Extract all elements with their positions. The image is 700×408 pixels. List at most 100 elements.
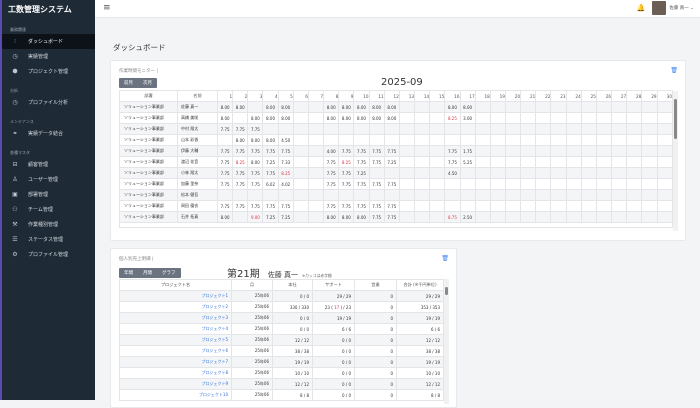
sidebar-item[interactable]: ☰ステータス管理 bbox=[2, 232, 95, 247]
sidebar-item-label: 作業種別管理 bbox=[28, 221, 58, 228]
hours-cell bbox=[642, 157, 657, 168]
hours-cell bbox=[551, 102, 566, 113]
project-link[interactable]: プロジェクト6 bbox=[201, 348, 228, 353]
day-header: 24 bbox=[566, 91, 581, 102]
sidebar-item[interactable]: ⫶ダッシュボード bbox=[2, 34, 95, 49]
hours-cell bbox=[233, 212, 248, 223]
hours-cell bbox=[521, 146, 536, 157]
hours-cell bbox=[233, 190, 248, 201]
table-row: ソリューション事業部小林 翔太7.757.757.757.758.257.757… bbox=[120, 168, 673, 179]
sidebar-item[interactable]: ◷実績管理 bbox=[2, 49, 95, 64]
hours-cell bbox=[596, 102, 611, 113]
dept-cell: ソリューション事業部 bbox=[120, 135, 178, 146]
work-time-monitor-card: 作業時間モニター | 🗑 前月 次月 2025-09 部署名前123456789… bbox=[110, 60, 686, 241]
value-cell: 38 / 38 bbox=[273, 346, 313, 357]
hours-cell: 8.25 bbox=[233, 157, 248, 168]
hours-cell bbox=[551, 135, 566, 146]
name-cell: 伊藤 大輔 bbox=[178, 146, 218, 157]
user-menu[interactable]: 🔔 佐藤 真一 ⌄ bbox=[637, 1, 694, 15]
avatar[interactable] bbox=[652, 1, 666, 15]
hours-cell bbox=[339, 190, 354, 201]
hours-cell bbox=[596, 113, 611, 124]
tab-0[interactable]: 年間 bbox=[119, 268, 138, 278]
project-link[interactable]: プロジェクト4 bbox=[201, 326, 228, 331]
sidebar-item[interactable]: ◷プロファイル分析 bbox=[2, 95, 95, 110]
project-link[interactable]: プロジェクト7 bbox=[201, 359, 228, 364]
hours-cell bbox=[596, 146, 611, 157]
table-row: プロジェクト825年0610 / 100 / 0010 / 10 bbox=[120, 368, 444, 379]
hours-cell bbox=[399, 113, 414, 124]
hours-cell: 7.75 bbox=[218, 179, 233, 190]
hours-cell bbox=[324, 124, 339, 135]
sidebar-item[interactable]: ▣部署管理 bbox=[2, 187, 95, 202]
sidebar-item[interactable]: ⚇チーム管理 bbox=[2, 202, 95, 217]
hours-cell: 8.00 bbox=[263, 113, 278, 124]
hours-cell: 7.75 bbox=[218, 201, 233, 212]
sidebar-item[interactable]: ⬢プロジェクト管理 bbox=[2, 64, 95, 79]
hours-cell bbox=[324, 190, 339, 201]
hours-cell bbox=[627, 179, 642, 190]
hours-cell bbox=[278, 190, 293, 201]
hours-cell bbox=[430, 146, 445, 157]
sidebar-item[interactable]: ♙ユーザー管理 bbox=[2, 172, 95, 187]
hours-cell bbox=[521, 179, 536, 190]
next-month-button[interactable]: 次月 bbox=[138, 78, 157, 88]
table-row: プロジェクト1025年068 / 80 / 008 / 8 bbox=[120, 390, 444, 401]
project-link[interactable]: プロジェクト9 bbox=[201, 381, 228, 386]
hours-cell: 8.75 bbox=[445, 212, 460, 223]
user-name[interactable]: 佐藤 真一 ⌄ bbox=[669, 5, 694, 11]
hours-cell bbox=[642, 201, 657, 212]
hours-cell: 8.00 bbox=[278, 113, 293, 124]
hours-cell bbox=[490, 102, 505, 113]
value-cell: 8 / 8 bbox=[273, 390, 313, 401]
table-row: プロジェクト925年0612 / 120 / 0012 / 12 bbox=[120, 379, 444, 390]
project-link[interactable]: プロジェクト2 bbox=[201, 304, 228, 309]
bell-icon[interactable]: 🔔 bbox=[637, 4, 646, 12]
sidebar-section-label: 分析 bbox=[2, 88, 95, 95]
table-row: プロジェクト325年060 / 019 / 19019 / 19 bbox=[120, 313, 444, 324]
project-link[interactable]: プロジェクト3 bbox=[201, 315, 228, 320]
hours-cell bbox=[581, 157, 596, 168]
hamburger-menu-icon[interactable]: ≡ bbox=[103, 3, 111, 13]
sidebar-item[interactable]: ⚒作業種別管理 bbox=[2, 217, 95, 232]
hours-cell bbox=[536, 113, 551, 124]
hours-cell bbox=[293, 168, 308, 179]
scrollbar[interactable] bbox=[444, 279, 449, 404]
column-header: 合計 (※千円単位) bbox=[397, 280, 444, 291]
scrollbar[interactable] bbox=[673, 91, 678, 231]
hours-cell bbox=[612, 157, 627, 168]
project-link[interactable]: プロジェクト5 bbox=[201, 337, 228, 342]
hours-cell: 7.25 bbox=[263, 212, 278, 223]
hours-cell bbox=[566, 146, 581, 157]
sidebar-item[interactable]: ⚭実績データ結合 bbox=[2, 126, 95, 141]
sidebar-item[interactable]: ⚙プロファイル管理 bbox=[2, 247, 95, 262]
hours-cell bbox=[233, 113, 248, 124]
hours-cell bbox=[369, 168, 384, 179]
sidebar-item[interactable]: ⊟顧客管理 bbox=[2, 157, 95, 172]
value-cell: 25年06 bbox=[232, 346, 273, 357]
hours-cell: 7.75 bbox=[354, 157, 369, 168]
hours-cell bbox=[308, 124, 323, 135]
prev-month-button[interactable]: 前月 bbox=[119, 78, 138, 88]
sidebar-item-label: 実績データ結合 bbox=[28, 130, 63, 137]
project-link[interactable]: プロジェクト1 bbox=[201, 293, 228, 298]
hours-cell: 7.75 bbox=[384, 179, 399, 190]
hours-cell: 8.25 bbox=[339, 157, 354, 168]
hours-cell: 7.75 bbox=[324, 157, 339, 168]
hours-cell bbox=[657, 146, 672, 157]
project-link[interactable]: プロジェクト8 bbox=[201, 370, 228, 375]
hours-cell bbox=[490, 212, 505, 223]
value-cell: 0 bbox=[355, 346, 397, 357]
dept-cell: ソリューション事業部 bbox=[120, 190, 178, 201]
tab-1[interactable]: 月間 bbox=[138, 268, 157, 278]
project-link[interactable]: プロジェクト10 bbox=[199, 392, 228, 397]
tab-2[interactable]: グラフ bbox=[157, 268, 181, 278]
column-header: 名前 bbox=[178, 91, 218, 102]
dept-cell: ソリューション事業部 bbox=[120, 157, 178, 168]
hours-cell bbox=[581, 179, 596, 190]
value-cell: 6 / 6 bbox=[313, 324, 355, 335]
trash-icon[interactable]: 🗑 bbox=[670, 67, 678, 74]
trash-icon[interactable]: 🗑 bbox=[441, 255, 449, 262]
hours-cell bbox=[218, 190, 233, 201]
hours-cell bbox=[248, 190, 263, 201]
